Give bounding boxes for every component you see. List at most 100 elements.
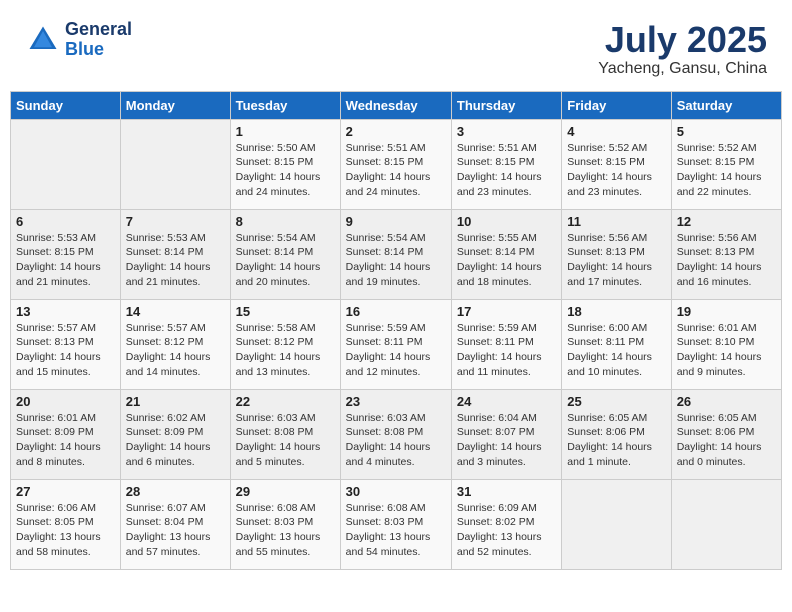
day-number: 16 [346,304,446,319]
day-number: 17 [457,304,556,319]
day-info: Sunrise: 6:02 AM Sunset: 8:09 PM Dayligh… [126,411,225,470]
calendar-cell: 28Sunrise: 6:07 AM Sunset: 8:04 PM Dayli… [120,479,230,569]
day-number: 23 [346,394,446,409]
day-info: Sunrise: 5:58 AM Sunset: 8:12 PM Dayligh… [236,321,335,380]
calendar-cell: 9 Sunrise: 5:54 AM Sunset: 8:14 PM Daylig… [340,209,451,299]
calendar-cell: 4 Sunrise: 5:52 AM Sunset: 8:15 PM Daylig… [562,119,671,209]
calendar-cell: 2 Sunrise: 5:51 AM Sunset: 8:15 PM Daylig… [340,119,451,209]
calendar-week-1: 1Sunrise: 5:50 AM Sunset: 8:15 PM Daylig… [11,119,782,209]
month-title: July 2025 [598,20,767,60]
logo-icon [25,22,61,58]
calendar-cell: 14 Sunrise: 5:57 AM Sunset: 8:12 PM Dayli… [120,299,230,389]
calendar-cell: 19 Sunrise: 6:01 AM Sunset: 8:10 PM Dayli… [671,299,781,389]
day-info: Sunrise: 5:52 AM Sunset: 8:15 PM Dayligh… [567,141,665,200]
location-title: Yacheng, Gansu, China [598,60,767,78]
day-number: 4 [567,124,665,139]
calendar-cell: 1Sunrise: 5:50 AM Sunset: 8:15 PM Daylig… [230,119,340,209]
day-number: 9 [346,214,446,229]
day-number: 8 [236,214,335,229]
calendar-week-3: 13Sunrise: 5:57 AM Sunset: 8:13 PM Dayli… [11,299,782,389]
day-number: 25 [567,394,665,409]
calendar-cell: 11 Sunrise: 5:56 AM Sunset: 8:13 PM Dayli… [562,209,671,299]
day-number: 6 [16,214,115,229]
calendar-table: SundayMondayTuesdayWednesdayThursdayFrid… [10,91,782,570]
calendar-cell: 31 Sunrise: 6:09 AM Sunset: 8:02 PM Dayli… [451,479,561,569]
day-number: 3 [457,124,556,139]
weekday-header-monday: Monday [120,91,230,119]
page-header: General Blue July 2025 Yacheng, Gansu, C… [10,10,782,83]
day-info: Sunrise: 6:08 AM Sunset: 8:03 PM Dayligh… [346,501,446,560]
day-info: Sunrise: 5:51 AM Sunset: 8:15 PM Dayligh… [457,141,556,200]
day-number: 14 [126,304,225,319]
day-info: Sunrise: 5:53 AM Sunset: 8:14 PM Dayligh… [126,231,225,290]
day-number: 22 [236,394,335,409]
day-info: Sunrise: 5:56 AM Sunset: 8:13 PM Dayligh… [567,231,665,290]
logo-text: General Blue [65,20,132,60]
day-info: Sunrise: 6:09 AM Sunset: 8:02 PM Dayligh… [457,501,556,560]
day-number: 2 [346,124,446,139]
day-number: 20 [16,394,115,409]
day-info: Sunrise: 6:01 AM Sunset: 8:10 PM Dayligh… [677,321,776,380]
day-info: Sunrise: 6:01 AM Sunset: 8:09 PM Dayligh… [16,411,115,470]
day-info: Sunrise: 5:59 AM Sunset: 8:11 PM Dayligh… [457,321,556,380]
day-info: Sunrise: 5:57 AM Sunset: 8:13 PM Dayligh… [16,321,115,380]
day-info: Sunrise: 5:54 AM Sunset: 8:14 PM Dayligh… [346,231,446,290]
day-info: Sunrise: 5:55 AM Sunset: 8:14 PM Dayligh… [457,231,556,290]
calendar-cell: 26 Sunrise: 6:05 AM Sunset: 8:06 PM Dayli… [671,389,781,479]
day-number: 5 [677,124,776,139]
day-info: Sunrise: 6:00 AM Sunset: 8:11 PM Dayligh… [567,321,665,380]
day-info: Sunrise: 5:54 AM Sunset: 8:14 PM Dayligh… [236,231,335,290]
day-number: 15 [236,304,335,319]
calendar-cell [562,479,671,569]
logo: General Blue [25,20,132,60]
day-number: 27 [16,484,115,499]
calendar-cell: 16 Sunrise: 5:59 AM Sunset: 8:11 PM Dayli… [340,299,451,389]
day-number: 26 [677,394,776,409]
day-info: Sunrise: 6:06 AM Sunset: 8:05 PM Dayligh… [16,501,115,560]
day-info: Sunrise: 5:51 AM Sunset: 8:15 PM Dayligh… [346,141,446,200]
calendar-cell [120,119,230,209]
day-number: 31 [457,484,556,499]
calendar-week-5: 27 Sunrise: 6:06 AM Sunset: 8:05 PM Dayli… [11,479,782,569]
calendar-week-4: 20 Sunrise: 6:01 AM Sunset: 8:09 PM Dayli… [11,389,782,479]
calendar-week-2: 6 Sunrise: 5:53 AM Sunset: 8:15 PM Daylig… [11,209,782,299]
calendar-cell: 25 Sunrise: 6:05 AM Sunset: 8:06 PM Dayli… [562,389,671,479]
calendar-cell: 30Sunrise: 6:08 AM Sunset: 8:03 PM Dayli… [340,479,451,569]
day-info: Sunrise: 5:53 AM Sunset: 8:15 PM Dayligh… [16,231,115,290]
calendar-cell [671,479,781,569]
day-info: Sunrise: 5:50 AM Sunset: 8:15 PM Dayligh… [236,141,335,200]
calendar-cell: 24 Sunrise: 6:04 AM Sunset: 8:07 PM Dayli… [451,389,561,479]
calendar-cell: 15 Sunrise: 5:58 AM Sunset: 8:12 PM Dayli… [230,299,340,389]
day-info: Sunrise: 5:52 AM Sunset: 8:15 PM Dayligh… [677,141,776,200]
calendar-cell: 10Sunrise: 5:55 AM Sunset: 8:14 PM Dayli… [451,209,561,299]
calendar-cell: 23 Sunrise: 6:03 AM Sunset: 8:08 PM Dayli… [340,389,451,479]
day-info: Sunrise: 6:05 AM Sunset: 8:06 PM Dayligh… [567,411,665,470]
day-number: 28 [126,484,225,499]
day-info: Sunrise: 6:05 AM Sunset: 8:06 PM Dayligh… [677,411,776,470]
day-info: Sunrise: 6:03 AM Sunset: 8:08 PM Dayligh… [346,411,446,470]
calendar-cell: 8 Sunrise: 5:54 AM Sunset: 8:14 PM Daylig… [230,209,340,299]
calendar-cell: 5 Sunrise: 5:52 AM Sunset: 8:15 PM Daylig… [671,119,781,209]
calendar-cell: 3 Sunrise: 5:51 AM Sunset: 8:15 PM Daylig… [451,119,561,209]
day-number: 11 [567,214,665,229]
weekday-header-tuesday: Tuesday [230,91,340,119]
weekday-header-sunday: Sunday [11,91,121,119]
day-number: 24 [457,394,556,409]
day-info: Sunrise: 5:57 AM Sunset: 8:12 PM Dayligh… [126,321,225,380]
day-info: Sunrise: 5:59 AM Sunset: 8:11 PM Dayligh… [346,321,446,380]
weekday-header-friday: Friday [562,91,671,119]
weekday-header-saturday: Saturday [671,91,781,119]
calendar-cell: 21Sunrise: 6:02 AM Sunset: 8:09 PM Dayli… [120,389,230,479]
day-number: 19 [677,304,776,319]
weekday-header-row: SundayMondayTuesdayWednesdayThursdayFrid… [11,91,782,119]
weekday-header-thursday: Thursday [451,91,561,119]
calendar-body: 1Sunrise: 5:50 AM Sunset: 8:15 PM Daylig… [11,119,782,569]
calendar-cell: 20 Sunrise: 6:01 AM Sunset: 8:09 PM Dayli… [11,389,121,479]
calendar-cell [11,119,121,209]
day-number: 7 [126,214,225,229]
day-number: 29 [236,484,335,499]
calendar-cell: 7 Sunrise: 5:53 AM Sunset: 8:14 PM Daylig… [120,209,230,299]
day-info: Sunrise: 6:04 AM Sunset: 8:07 PM Dayligh… [457,411,556,470]
day-number: 18 [567,304,665,319]
day-info: Sunrise: 5:56 AM Sunset: 8:13 PM Dayligh… [677,231,776,290]
